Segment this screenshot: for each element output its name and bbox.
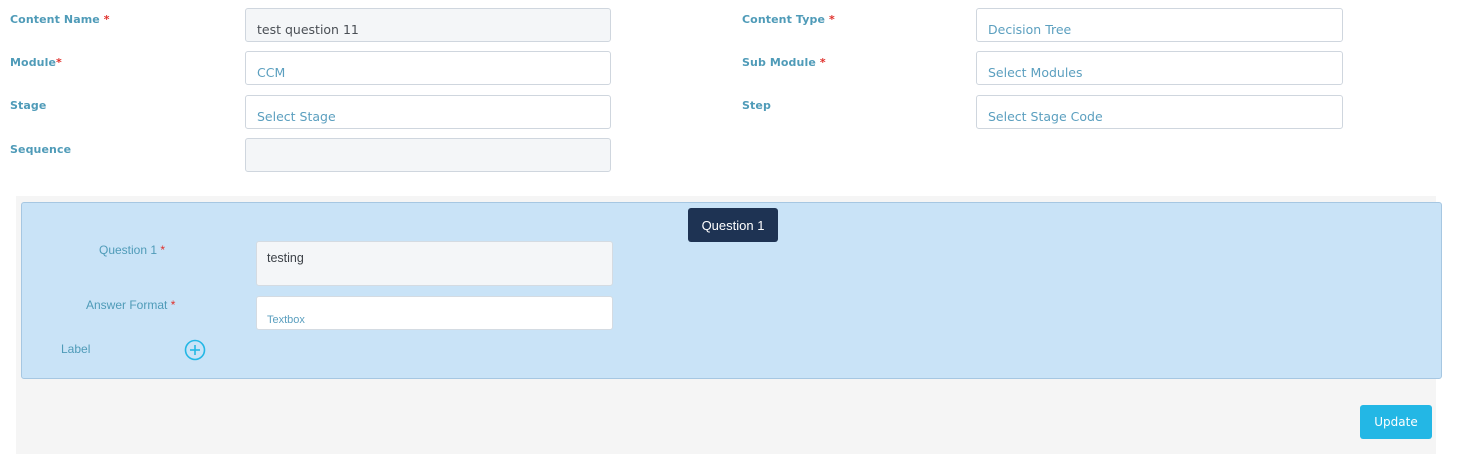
sequence-label-text: Sequence	[10, 143, 72, 156]
question-label: Question 1 *	[99, 243, 165, 257]
sub-module-select[interactable]: Select Modules	[976, 51, 1343, 85]
stage-label-text: Stage	[10, 99, 47, 112]
sequence-field[interactable]	[245, 138, 611, 172]
stage-placeholder: Select Stage	[257, 109, 336, 124]
step-select[interactable]: Select Stage Code	[976, 95, 1343, 129]
plus-circle-icon[interactable]	[184, 339, 206, 361]
content-name-field[interactable]: test question 11	[245, 8, 611, 42]
step-label: Step	[742, 99, 771, 112]
required-mark: *	[819, 56, 826, 69]
content-name-label-text: Content Name	[10, 13, 100, 26]
sub-module-placeholder: Select Modules	[988, 65, 1083, 80]
required-mark: *	[170, 298, 176, 312]
content-type-field[interactable]: Decision Tree	[976, 8, 1343, 42]
answer-format-value: Textbox	[267, 314, 305, 326]
label-row-label: Label	[61, 342, 91, 356]
content-name-label: Content Name *	[10, 13, 110, 26]
question-tab-badge[interactable]: Question 1	[688, 208, 778, 242]
module-field[interactable]: CCM	[245, 51, 611, 85]
stage-label: Stage	[10, 99, 46, 112]
question-textarea[interactable]: testing	[256, 241, 613, 286]
update-button[interactable]: Update	[1360, 405, 1432, 439]
required-mark: *	[160, 243, 166, 257]
required-mark: *	[828, 13, 835, 26]
sub-module-label-text: Sub Module	[742, 56, 816, 69]
sub-module-label: Sub Module *	[742, 56, 826, 69]
answer-format-label: Answer Format *	[86, 298, 175, 312]
content-name-value: test question 11	[257, 22, 359, 37]
content-type-label: Content Type *	[742, 13, 835, 26]
required-mark: *	[103, 13, 110, 26]
module-value: CCM	[257, 65, 286, 80]
stage-select[interactable]: Select Stage	[245, 95, 611, 129]
step-placeholder: Select Stage Code	[988, 109, 1103, 124]
answer-format-label-text: Answer Format	[86, 298, 168, 312]
question-label-text: Question 1	[99, 243, 158, 257]
sequence-label: Sequence	[10, 143, 71, 156]
step-label-text: Step	[742, 99, 771, 112]
answer-format-select[interactable]: Textbox	[256, 296, 613, 330]
required-mark: *	[56, 56, 62, 69]
question-value: testing	[267, 251, 304, 265]
module-label: Module*	[10, 56, 62, 69]
content-type-value: Decision Tree	[988, 22, 1072, 37]
content-type-label-text: Content Type	[742, 13, 826, 26]
module-label-text: Module	[10, 56, 57, 69]
